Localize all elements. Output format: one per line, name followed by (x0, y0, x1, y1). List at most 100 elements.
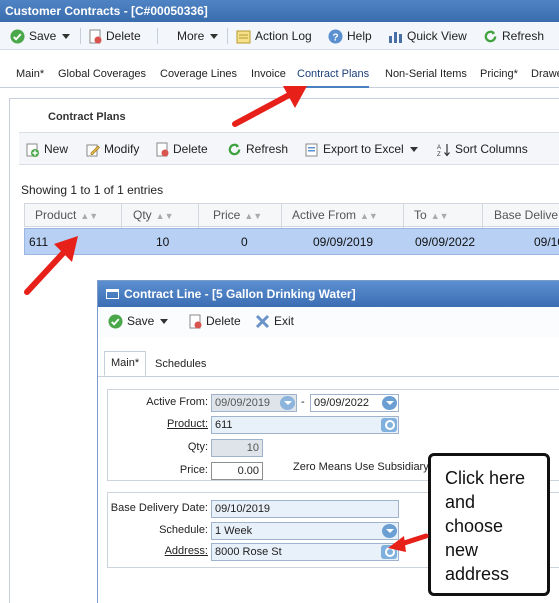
tab-global-coverages[interactable]: Global Coverages (58, 68, 146, 80)
column-label: Active From (292, 208, 357, 222)
product-field[interactable]: 611 (211, 416, 399, 434)
calendar-dropdown-icon[interactable] (382, 396, 397, 410)
panel-title: Contract Plans (48, 111, 126, 123)
sort-arrows-icon: ▲▼ (360, 211, 378, 221)
help-button[interactable]: ? Help (328, 27, 372, 45)
grid-delete-label: Delete (173, 142, 208, 156)
entries-count: Showing 1 to 1 of 1 entries (21, 183, 164, 197)
delete-button[interactable]: Delete (89, 27, 141, 45)
active-from-field[interactable]: 09/09/2019 (211, 394, 297, 412)
dialog-delete-button[interactable]: Delete (189, 312, 241, 330)
sort-arrows-icon: ▲▼ (430, 211, 449, 221)
schedule-select[interactable]: 1 Week (211, 522, 399, 540)
refresh-icon (228, 144, 241, 156)
delete-label: Delete (106, 29, 141, 43)
dialog-save-label: Save (127, 314, 155, 328)
new-button[interactable]: New (26, 142, 68, 157)
product-label-link[interactable]: Product: (114, 418, 208, 430)
export-icon (305, 143, 318, 157)
qty-field[interactable]: 10 (211, 439, 263, 457)
grid-refresh-button[interactable]: Refresh (227, 142, 288, 157)
refresh-icon (484, 31, 497, 43)
quick-view-button[interactable]: Quick View (388, 27, 467, 45)
arrow-to-address-icon (388, 533, 429, 552)
active-to-value: 09/09/2022 (314, 397, 370, 409)
toolbar-divider (157, 28, 158, 44)
column-header-price[interactable]: Price ▲▼ (213, 208, 262, 222)
column-header-product[interactable]: Product ▲▼ (35, 208, 98, 222)
grid-delete-button[interactable]: Delete (156, 142, 208, 157)
chevron-down-icon (210, 34, 219, 40)
column-label: Product (35, 208, 77, 222)
help-icon: ? (328, 29, 343, 44)
tab-coverage-lines[interactable]: Coverage Lines (160, 68, 237, 80)
dialog-delete-label: Delete (206, 314, 241, 328)
address-value: 8000 Rose St (215, 546, 282, 558)
table-row[interactable]: 611 10 0 09/09/2019 09/09/2022 09/10 (24, 228, 559, 255)
column-label: To (414, 208, 427, 222)
dialog-titlebar[interactable]: Contract Line - [5 Gallon Drinking Water… (98, 281, 559, 307)
modify-button[interactable]: Modify (86, 142, 139, 157)
add-icon (26, 143, 39, 157)
product-value: 611 (215, 419, 233, 431)
delete-doc-icon (89, 29, 102, 44)
price-field[interactable]: 0.00 (211, 462, 263, 480)
exit-button[interactable]: Exit (255, 312, 294, 330)
active-from-value: 09/09/2019 (215, 397, 271, 409)
column-label: Price (213, 208, 241, 222)
refresh-button[interactable]: Refresh (483, 27, 544, 45)
sort-label: Sort Columns (455, 142, 528, 156)
calendar-dropdown-icon[interactable] (280, 396, 295, 410)
active-to-field[interactable]: 09/09/2022 (310, 394, 399, 412)
tab-main[interactable]: Main* (16, 68, 44, 80)
export-excel-button[interactable]: Export to Excel (305, 142, 418, 157)
quick-view-label: Quick View (407, 29, 467, 43)
tab-non-serial-items[interactable]: Non-Serial Items (385, 68, 467, 80)
help-label: Help (347, 29, 372, 43)
chevron-down-icon[interactable] (160, 319, 169, 325)
column-divider (281, 204, 282, 228)
tab-drawer[interactable]: Drawe (531, 68, 559, 80)
tab-invoice[interactable]: Invoice (251, 68, 286, 80)
sort-columns-button[interactable]: A Z Sort Columns (437, 142, 528, 157)
more-button[interactable]: More (177, 27, 219, 45)
more-label: More (177, 29, 205, 43)
window-icon (106, 289, 119, 299)
close-icon (255, 315, 270, 329)
column-header-base-delivery[interactable]: Base Delive (494, 208, 558, 222)
chevron-down-icon (409, 147, 418, 153)
dialog-tab-main[interactable]: Main* (104, 351, 147, 376)
base-delivery-field[interactable]: 09/10/2019 (211, 500, 399, 518)
date-separator: - (301, 396, 305, 408)
exit-label: Exit (274, 314, 295, 328)
column-divider (403, 204, 404, 228)
cell-price: 0 (241, 235, 248, 249)
column-header-active-from[interactable]: Active From ▲▼ (292, 208, 378, 222)
notepad-icon (236, 30, 251, 44)
schedule-label: Schedule: (159, 524, 208, 536)
qty-label: Qty: (187, 441, 208, 453)
active-from-label: Active From: (146, 396, 208, 408)
address-label-link[interactable]: Address: (114, 545, 208, 557)
chevron-down-icon[interactable] (62, 34, 71, 40)
save-button[interactable]: Save (10, 27, 71, 45)
dialog-toolbar: Save Delete Exit (98, 307, 559, 337)
tab-pricing[interactable]: Pricing* (480, 68, 518, 80)
sort-arrows-icon: ▲▼ (244, 211, 263, 221)
action-log-button[interactable]: Action Log (236, 27, 312, 45)
dialog-save-button[interactable]: Save (108, 312, 169, 330)
cell-active-from: 09/09/2019 (313, 235, 374, 249)
column-divider (482, 204, 483, 228)
column-header-to[interactable]: To ▲▼ (414, 208, 449, 222)
search-icon[interactable] (381, 418, 397, 432)
cell-to: 09/09/2022 (415, 235, 476, 249)
toolbar-divider (227, 28, 228, 44)
address-field[interactable]: 8000 Rose St (211, 543, 399, 561)
sort-arrows-icon: ▲▼ (80, 211, 99, 221)
modify-label: Modify (104, 142, 140, 156)
dialog-tab-schedules[interactable]: Schedules (155, 358, 206, 370)
column-header-qty[interactable]: Qty ▲▼ (133, 208, 174, 222)
zero-means-note: Zero Means Use Subsidiary (293, 461, 429, 473)
cell-base-delivery: 09/10 (534, 235, 559, 249)
cell-qty: 10 (156, 235, 170, 249)
